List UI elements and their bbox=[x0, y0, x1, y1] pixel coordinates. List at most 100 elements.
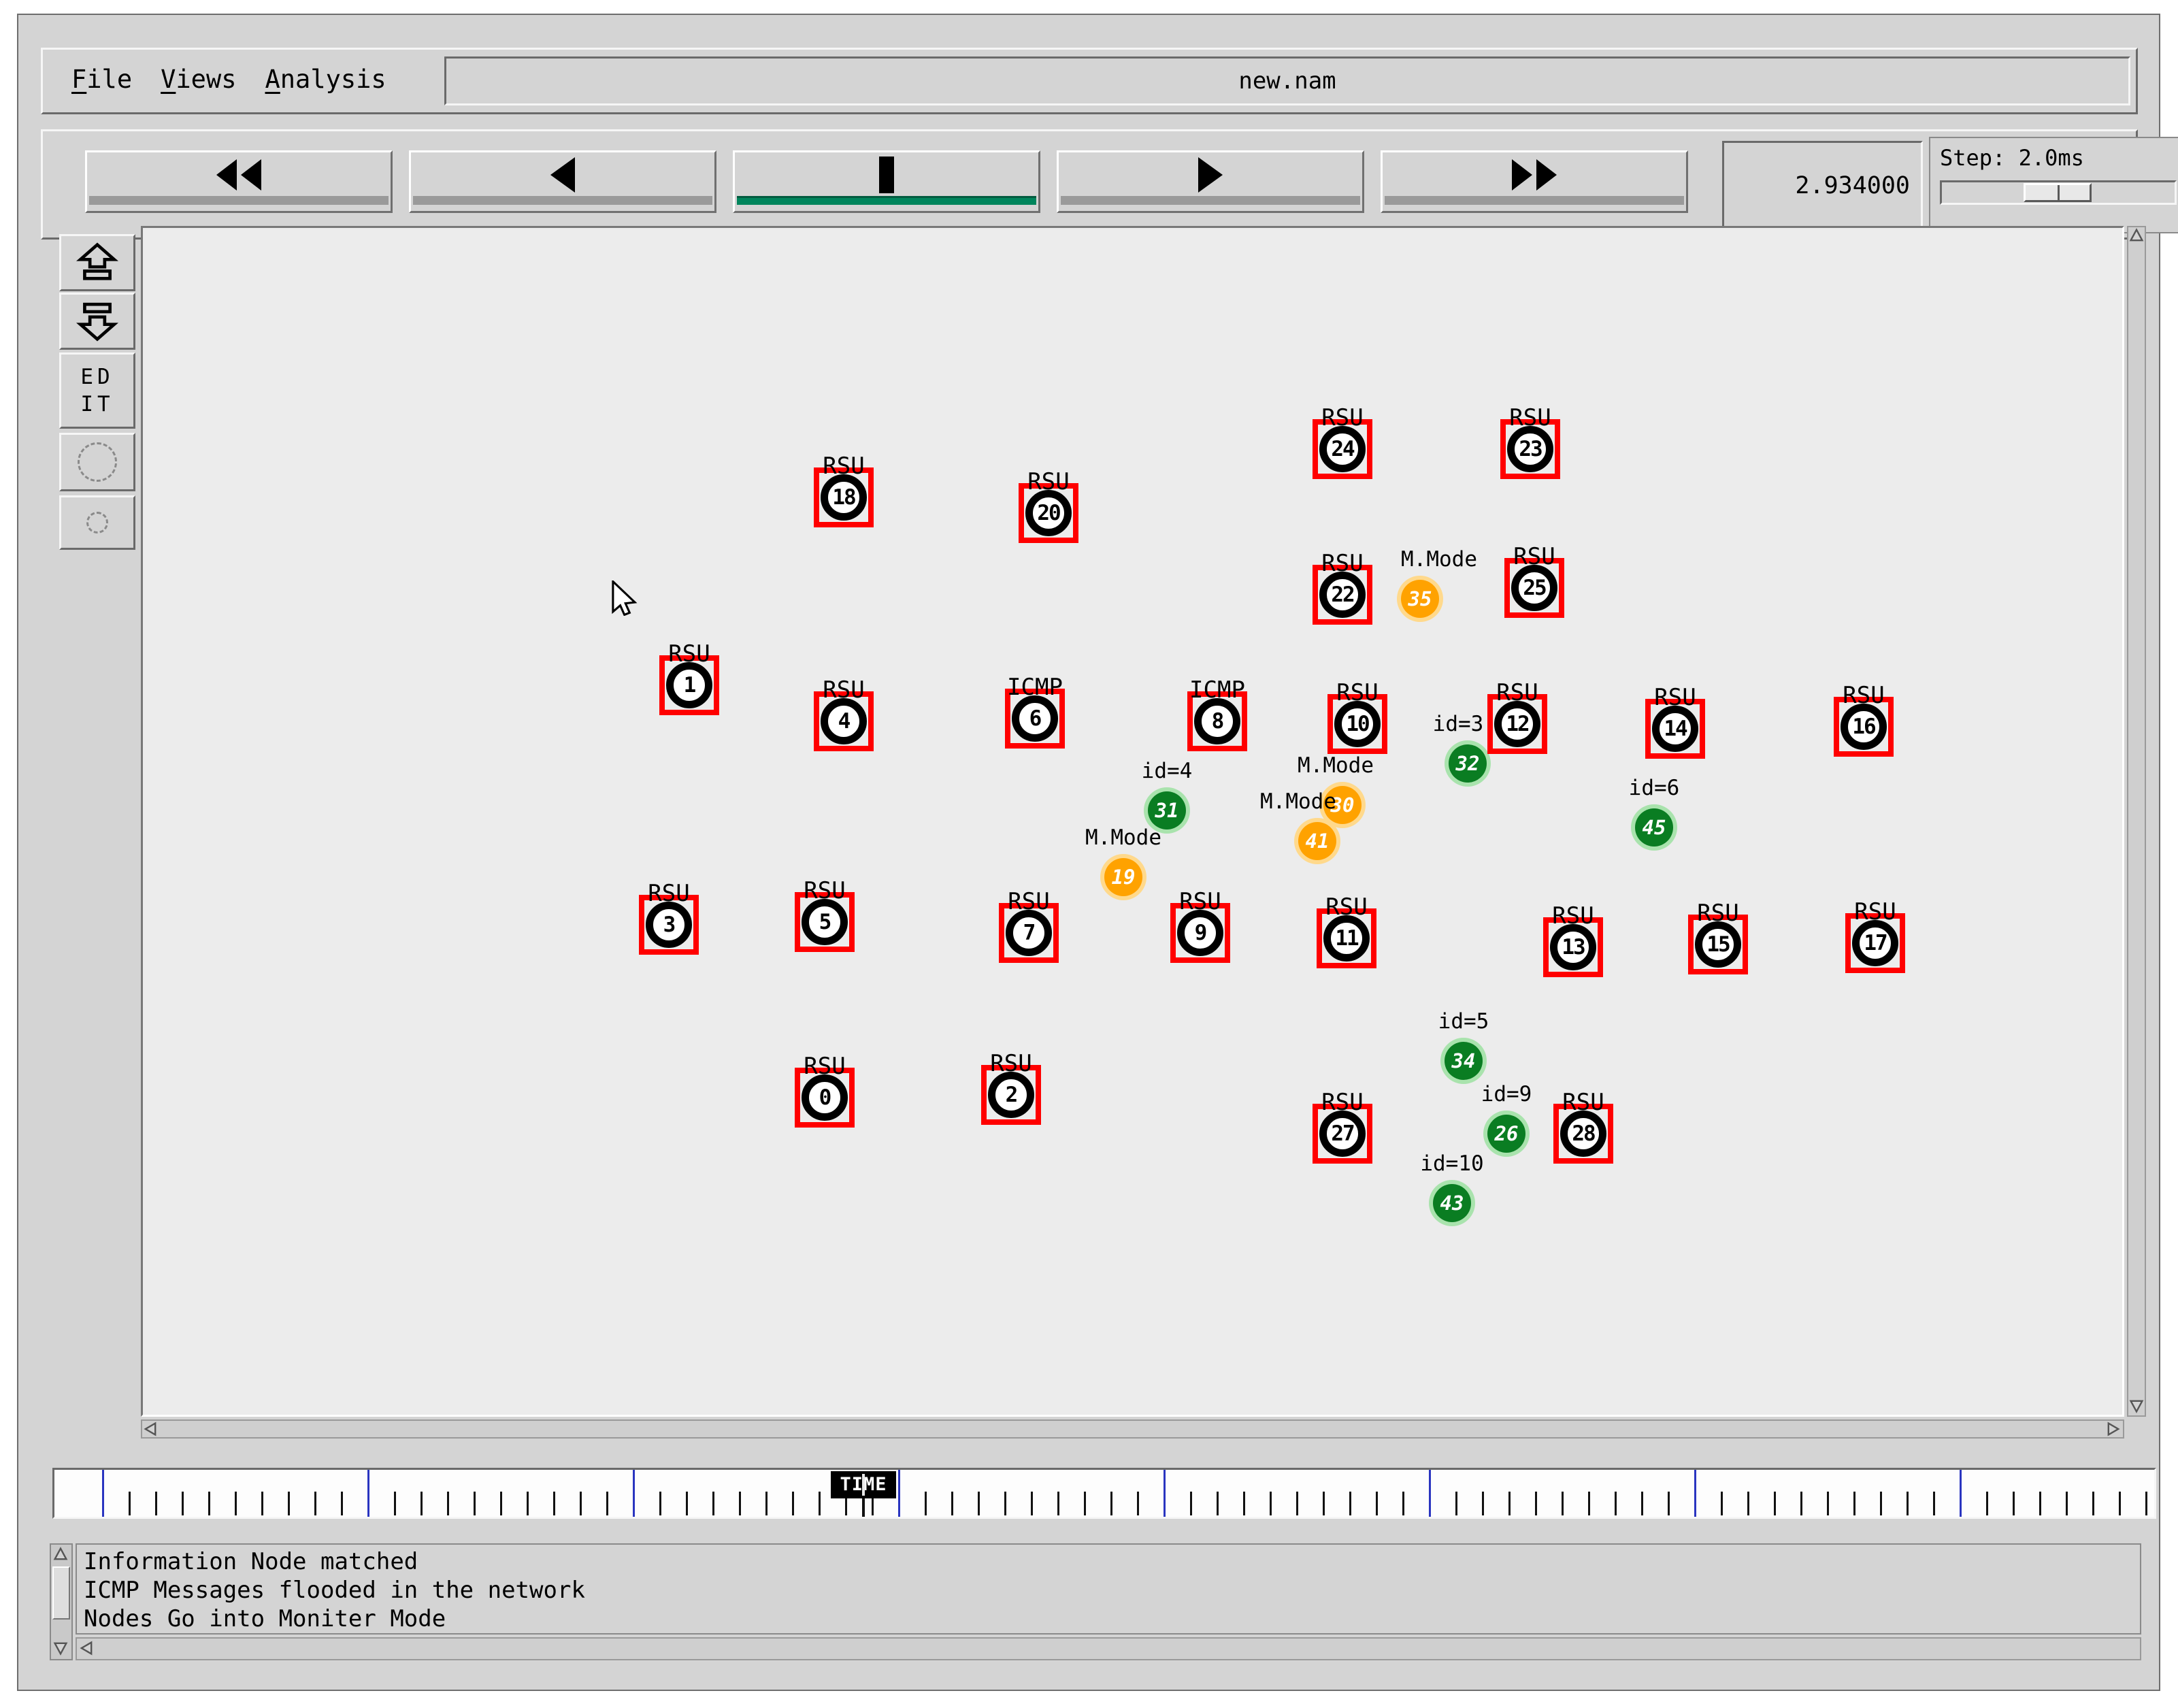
node-highlight-box: RSU23 bbox=[1500, 419, 1560, 479]
node-highlight-box: RSU5 bbox=[795, 892, 855, 952]
ruler-minor-tick bbox=[1615, 1492, 1617, 1515]
rsu-node-1[interactable]: RSU1 bbox=[659, 655, 719, 715]
vehicle-node-45[interactable]: id=645 bbox=[1635, 808, 1673, 847]
ruler-minor-tick bbox=[925, 1492, 927, 1515]
rsu-node-25[interactable]: RSU25 bbox=[1504, 558, 1564, 618]
step-slider[interactable] bbox=[1940, 180, 2177, 205]
log-line: ICMP Messages flooded in the network bbox=[84, 1576, 2133, 1605]
play-button[interactable] bbox=[1057, 150, 1364, 213]
vehicle-node-32[interactable]: id=332 bbox=[1449, 744, 1487, 783]
node-highlight-box: RSU20 bbox=[1019, 483, 1078, 543]
rsu-node-3[interactable]: RSU3 bbox=[639, 895, 699, 955]
rsu-node-11[interactable]: RSU11 bbox=[1317, 908, 1376, 968]
monitor-node-19[interactable]: M.Mode19 bbox=[1104, 858, 1142, 896]
animation-canvas[interactable]: M.Mode35M.Mode30M.Mode41M.Mode19id=431id… bbox=[141, 226, 2124, 1417]
trace-filename-field[interactable]: new.nam bbox=[444, 56, 2130, 105]
monitor-node-41[interactable]: M.Mode41 bbox=[1298, 822, 1336, 860]
rsu-node-5[interactable]: RSU5 bbox=[795, 892, 855, 952]
ruler-minor-tick bbox=[208, 1492, 210, 1515]
ruler-minor-tick bbox=[686, 1492, 688, 1515]
monitor-node-35[interactable]: M.Mode35 bbox=[1401, 580, 1439, 618]
scroll-right-arrow[interactable] bbox=[2105, 1421, 2123, 1439]
rsu-node-23[interactable]: RSU23 bbox=[1500, 419, 1560, 479]
log-vertical-scrollbar[interactable] bbox=[50, 1543, 73, 1660]
rsu-node-15[interactable]: RSU15 bbox=[1688, 915, 1748, 974]
rsu-node-24[interactable]: RSU24 bbox=[1313, 419, 1372, 479]
time-slider-ruler[interactable]: TIME bbox=[52, 1468, 2156, 1519]
step-slider-thumb[interactable] bbox=[2024, 183, 2092, 202]
edit-button[interactable]: ED IT bbox=[59, 352, 135, 429]
fast-forward-button[interactable] bbox=[1381, 150, 1688, 213]
mobile-node-id: 32 bbox=[1456, 752, 1480, 775]
rsu-node-22[interactable]: RSU22 bbox=[1313, 565, 1372, 625]
node-label: RSU bbox=[1336, 679, 1378, 706]
canvas-horizontal-scrollbar[interactable] bbox=[141, 1419, 2124, 1439]
time-slider-thumb[interactable]: TIME bbox=[831, 1471, 896, 1498]
log-scroll-left-arrow[interactable] bbox=[78, 1640, 96, 1658]
back-play-icon bbox=[549, 157, 576, 193]
rsu-node-0[interactable]: RSU0 bbox=[795, 1068, 855, 1128]
rsu-node-4[interactable]: RSU4 bbox=[814, 691, 874, 751]
stop-button[interactable] bbox=[733, 150, 1040, 213]
ruler-minor-tick bbox=[1641, 1492, 1643, 1515]
mobile-node-label: id=4 bbox=[1142, 759, 1193, 783]
back-play-button[interactable] bbox=[409, 150, 716, 213]
play-icon bbox=[1197, 157, 1224, 193]
log-scrollbar-thumb[interactable] bbox=[52, 1566, 70, 1620]
node-circle: 14 bbox=[1652, 706, 1698, 752]
node-circle: 28 bbox=[1560, 1111, 1606, 1157]
ruler-minor-tick bbox=[314, 1492, 316, 1515]
log-scroll-down-arrow[interactable] bbox=[52, 1640, 70, 1658]
zoom-out-button[interactable] bbox=[59, 293, 135, 350]
rsu-node-14[interactable]: RSU14 bbox=[1645, 699, 1705, 759]
node-label: RSU bbox=[1513, 543, 1555, 570]
scroll-left-arrow[interactable] bbox=[142, 1421, 160, 1439]
rsu-node-18[interactable]: RSU18 bbox=[814, 467, 874, 527]
canvas-vertical-scrollbar[interactable] bbox=[2127, 226, 2146, 1417]
rsu-node-2[interactable]: RSU2 bbox=[981, 1065, 1041, 1125]
node-label: RSU bbox=[648, 880, 689, 907]
rsu-node-7[interactable]: RSU7 bbox=[999, 903, 1059, 963]
log-horizontal-scrollbar[interactable] bbox=[76, 1637, 2141, 1660]
button-indicator bbox=[1385, 196, 1684, 205]
node-highlight-box: RSU11 bbox=[1317, 908, 1376, 968]
node-label: RSU bbox=[990, 1050, 1032, 1077]
mobile-node-label: id=6 bbox=[1629, 776, 1680, 800]
ruler-major-tick bbox=[898, 1470, 900, 1517]
menu-file[interactable]: File bbox=[71, 65, 132, 94]
vehicle-node-31[interactable]: id=431 bbox=[1148, 791, 1186, 830]
rsu-node-28[interactable]: RSU28 bbox=[1553, 1104, 1613, 1164]
vehicle-node-26[interactable]: id=926 bbox=[1487, 1115, 1525, 1153]
rsu-node-16[interactable]: RSU16 bbox=[1834, 697, 1894, 757]
zoom-in-button[interactable] bbox=[59, 234, 135, 291]
small-circle-icon bbox=[86, 512, 108, 533]
annotation-log[interactable]: Information Node matchedICMP Messages fl… bbox=[76, 1543, 2141, 1635]
rsu-node-17[interactable]: RSU17 bbox=[1845, 913, 1905, 973]
rsu-node-20[interactable]: RSU20 bbox=[1019, 483, 1078, 543]
rewind-button[interactable] bbox=[85, 150, 393, 213]
rsu-node-12[interactable]: RSU12 bbox=[1487, 694, 1547, 754]
rsu-node-8[interactable]: ICMP8 bbox=[1187, 691, 1247, 751]
log-scroll-up-arrow[interactable] bbox=[52, 1546, 70, 1564]
menu-analysis[interactable]: Analysis bbox=[265, 65, 386, 94]
ruler-minor-tick bbox=[1827, 1492, 1829, 1515]
menu-views[interactable]: Views bbox=[161, 65, 236, 94]
rsu-node-10[interactable]: RSU10 bbox=[1327, 694, 1387, 754]
node-label: RSU bbox=[1027, 468, 1069, 495]
vehicle-node-34[interactable]: id=534 bbox=[1445, 1042, 1483, 1080]
ruler-minor-tick bbox=[1137, 1492, 1139, 1515]
rsu-node-27[interactable]: RSU27 bbox=[1313, 1104, 1372, 1164]
ruler-minor-tick bbox=[712, 1492, 714, 1515]
scroll-down-arrow[interactable] bbox=[2128, 1398, 2146, 1415]
rsu-node-9[interactable]: RSU9 bbox=[1170, 903, 1230, 963]
scroll-up-arrow[interactable] bbox=[2128, 227, 2146, 245]
large-node-tool-button[interactable] bbox=[59, 433, 135, 491]
rsu-node-6[interactable]: ICMP6 bbox=[1005, 689, 1065, 749]
time-slider-pin bbox=[862, 1498, 865, 1517]
node-circle: 20 bbox=[1025, 490, 1072, 536]
small-node-tool-button[interactable] bbox=[59, 495, 135, 550]
rsu-node-13[interactable]: RSU13 bbox=[1543, 917, 1603, 977]
ruler-minor-tick bbox=[182, 1492, 184, 1515]
ruler-minor-tick bbox=[1880, 1492, 1882, 1515]
vehicle-node-43[interactable]: id=1043 bbox=[1433, 1184, 1471, 1222]
